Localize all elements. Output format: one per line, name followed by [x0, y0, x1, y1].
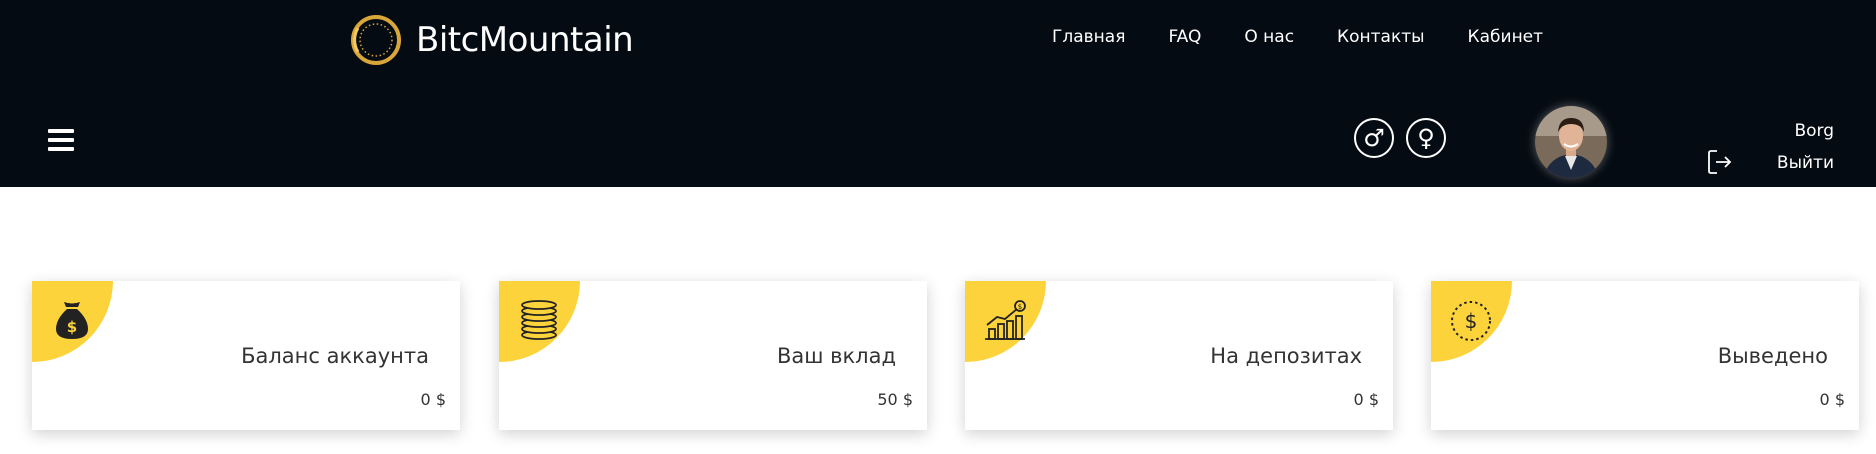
coin-logo-icon: [351, 15, 401, 65]
site-header: BitcMountain Главная FAQ О нас Контакты …: [0, 0, 1876, 187]
stat-card-balance: $ Баланс аккаунта 0 $: [32, 281, 460, 430]
top-navigation: Главная FAQ О нас Контакты Кабинет: [1052, 27, 1586, 47]
growth-chart-icon: $: [985, 300, 1026, 340]
user-name: Borg: [1794, 121, 1834, 141]
logout-icon[interactable]: [1707, 148, 1733, 176]
card-title: Ваш вклад: [776, 344, 896, 368]
card-icon-badge: $: [1431, 281, 1512, 362]
svg-text:$: $: [1018, 303, 1022, 311]
card-title: Выведено: [1717, 344, 1828, 368]
user-avatar[interactable]: [1535, 106, 1607, 178]
nav-item-cabinet[interactable]: Кабинет: [1468, 27, 1544, 47]
card-value: 50 $: [877, 390, 913, 409]
nav-item-home[interactable]: Главная: [1052, 27, 1125, 47]
male-toggle-button[interactable]: ♂: [1354, 118, 1394, 158]
dollar-circle-icon: $: [1451, 301, 1491, 341]
nav-item-contacts[interactable]: Контакты: [1337, 27, 1425, 47]
brand-name: BitcMountain: [416, 20, 634, 60]
avatar-photo: [1535, 106, 1607, 178]
money-bag-icon: $: [56, 302, 88, 339]
hamburger-menu-icon[interactable]: [48, 129, 74, 151]
card-icon-badge: $: [32, 281, 113, 362]
female-toggle-button[interactable]: ♀: [1406, 118, 1446, 158]
stat-card-deposits: $ На депозитах 0 $: [965, 281, 1393, 430]
card-value: 0 $: [1353, 390, 1379, 409]
card-title: Баланс аккаунта: [241, 344, 429, 368]
male-symbol-icon: ♂: [1363, 124, 1385, 152]
stat-card-investment: Ваш вклад 50 $: [499, 281, 927, 430]
card-value: 0 $: [1819, 390, 1845, 409]
card-icon-badge: [499, 281, 580, 362]
card-icon-badge: $: [965, 281, 1046, 362]
card-title: На депозитах: [1210, 344, 1362, 368]
svg-text:$: $: [67, 318, 77, 336]
nav-item-about[interactable]: О нас: [1244, 27, 1294, 47]
brand-logo[interactable]: BitcMountain: [350, 14, 634, 66]
coin-stack-icon: [521, 300, 557, 340]
female-symbol-icon: ♀: [1417, 124, 1435, 152]
stat-card-withdrawn: $ Выведено 0 $: [1431, 281, 1859, 430]
svg-text:$: $: [1465, 309, 1478, 333]
nav-item-faq[interactable]: FAQ: [1168, 27, 1201, 47]
card-value: 0 $: [420, 390, 446, 409]
logout-link[interactable]: Выйти: [1777, 153, 1834, 173]
